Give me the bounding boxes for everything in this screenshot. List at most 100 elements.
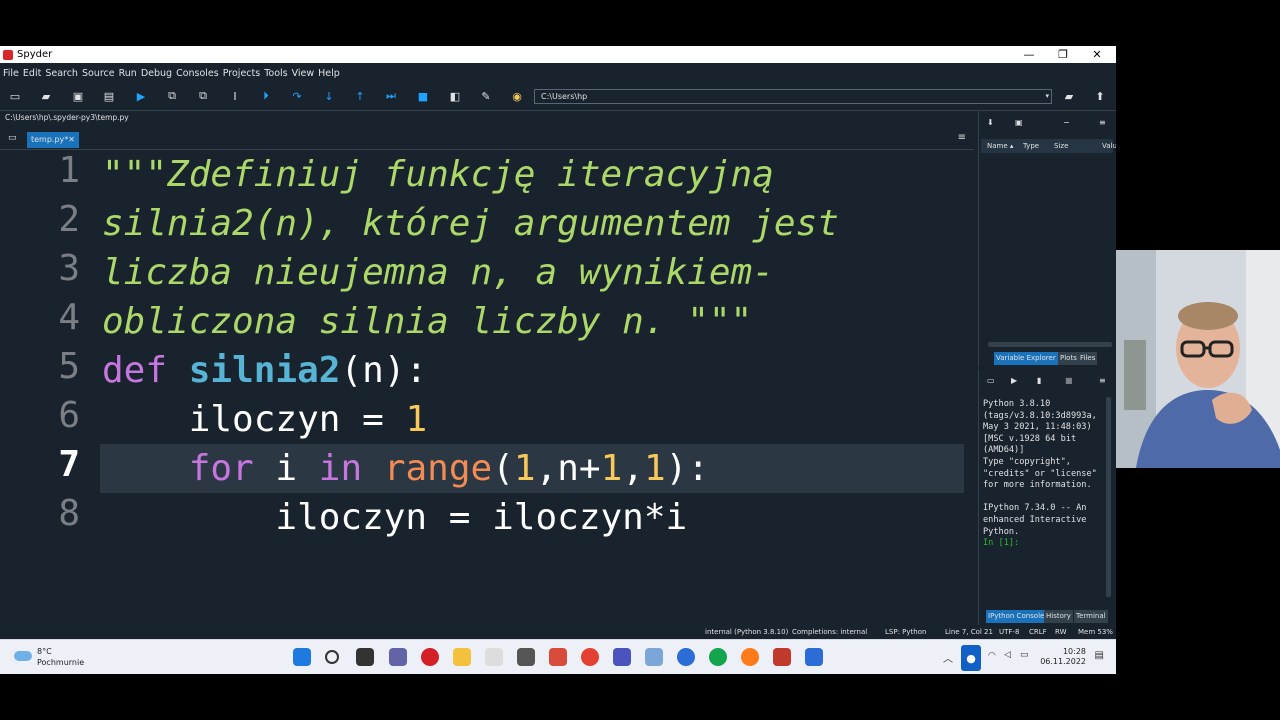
python-path-icon[interactable]: ◉ — [510, 89, 524, 103]
variable-explorer-scrollbar[interactable] — [988, 342, 1112, 347]
clock[interactable]: 10:28 06.11.2022 — [1040, 647, 1086, 667]
notepad-icon[interactable] — [805, 648, 823, 666]
step-into-icon[interactable]: ↓ — [322, 89, 336, 103]
run-cell-icon[interactable]: ⧉ — [165, 89, 179, 103]
tab-ipython-console[interactable]: IPython Console — [986, 610, 1047, 623]
battery-icon[interactable]: ▭ — [1020, 650, 1029, 660]
col-type[interactable]: Type — [1023, 142, 1039, 150]
pane-options-icon[interactable]: ≡ — [1099, 376, 1106, 385]
run-selection-icon[interactable]: I — [228, 89, 242, 103]
new-console-icon[interactable]: ▭ — [987, 376, 995, 385]
chrome-icon[interactable] — [581, 648, 599, 666]
open-file-icon[interactable]: ▰ — [39, 89, 53, 103]
search-icon[interactable] — [325, 650, 339, 664]
spyder-taskbar-icon[interactable] — [773, 648, 791, 666]
chevron-down-icon[interactable]: ▾ — [1045, 90, 1049, 103]
status-encoding: UTF-8 — [999, 628, 1020, 636]
number-literal: 1 — [405, 399, 428, 440]
close-button[interactable]: ✕ — [1080, 46, 1114, 63]
tab-plots[interactable]: Plots — [1058, 352, 1079, 365]
remove-all-icon[interactable]: − — [1063, 118, 1070, 127]
minimize-button[interactable]: — — [1012, 46, 1046, 63]
close-tab-icon[interactable]: ✕ — [68, 132, 75, 148]
run-icon[interactable]: ▶ — [1011, 376, 1017, 385]
parent-directory-icon[interactable]: ⬆ — [1093, 89, 1107, 103]
teams-icon[interactable] — [613, 648, 631, 666]
menu-search[interactable]: Search — [45, 68, 78, 79]
tab-history[interactable]: History — [1044, 610, 1073, 623]
tab-files[interactable]: Files — [1078, 352, 1098, 365]
tab-terminal[interactable]: Terminal — [1074, 610, 1108, 623]
opera-icon[interactable] — [421, 648, 439, 666]
maximize-pane-icon[interactable]: ◧ — [448, 89, 462, 103]
code-line-8: iloczyn = iloczyn*i — [102, 497, 688, 538]
col-size[interactable]: Size — [1054, 142, 1068, 150]
app-icon[interactable] — [517, 648, 535, 666]
menu-run[interactable]: Run — [119, 68, 137, 79]
menu-edit[interactable]: Edit — [23, 68, 41, 79]
microphone-icon[interactable]: ● — [961, 645, 981, 671]
menu-file[interactable]: File — [3, 68, 19, 79]
windows-taskbar: 8°C Pochmurnie ︿ ● ◠ ◁ ▭ 10:28 06.11.2022 … — [0, 639, 1116, 674]
pane-options-icon[interactable]: ≡ — [958, 132, 966, 143]
presenter-video — [1116, 250, 1280, 468]
menu-consoles[interactable]: Consoles — [176, 68, 219, 79]
file-explorer-icon[interactable] — [453, 648, 471, 666]
run-cell-advance-icon[interactable]: ⧉ — [196, 89, 210, 103]
save-data-icon[interactable]: ▣ — [1015, 118, 1023, 127]
app-icon[interactable] — [677, 648, 695, 666]
save-icon[interactable]: ▣ — [71, 89, 85, 103]
code-line-2: silnia2(n), której argumentem jest — [102, 203, 839, 244]
menu-view[interactable]: View — [292, 68, 315, 79]
debug-icon[interactable]: ⏵ — [259, 89, 273, 103]
console-output[interactable]: Python 3.8.10 (tags/v3.8.10:3d8993a, May… — [983, 399, 1105, 550]
edge-icon[interactable] — [709, 648, 727, 666]
tab-temp-py[interactable]: temp.py* ✕ — [27, 132, 79, 148]
step-icon[interactable]: ↷ — [290, 89, 304, 103]
spyder-window: Spyder — ❐ ✕ File Edit Search Source Run… — [0, 46, 1116, 674]
col-value[interactable]: Valu — [1102, 142, 1116, 150]
status-eol: CRLF — [1029, 628, 1047, 636]
col-name[interactable]: Name ▴ — [987, 142, 1013, 150]
save-all-icon[interactable]: ▤ — [102, 89, 116, 103]
menu-source[interactable]: Source — [82, 68, 115, 79]
calculator-icon[interactable] — [645, 648, 663, 666]
firefox-icon[interactable] — [741, 648, 759, 666]
tab-variable-explorer[interactable]: Variable Explorer — [994, 352, 1058, 365]
chevron-up-icon[interactable]: ︿ — [943, 650, 953, 665]
wifi-icon[interactable]: ◠ — [988, 651, 996, 661]
line-number: 5 — [58, 346, 80, 387]
windows-start-icon[interactable] — [293, 648, 311, 666]
volume-icon[interactable]: ◁ — [1004, 650, 1011, 660]
browse-tabs-icon[interactable]: ▭ — [8, 133, 17, 143]
maximize-button[interactable]: ❐ — [1046, 46, 1080, 63]
browse-folder-icon[interactable]: ▰ — [1062, 89, 1076, 103]
editor-pane: ▭ temp.py* ✕ ≡ 1 2 3 4 5 6 7 8 """Zdefin… — [0, 128, 974, 672]
menu-help[interactable]: Help — [318, 68, 340, 79]
preferences-wrench-icon[interactable]: ✎ — [479, 89, 493, 103]
clear-icon[interactable]: ▮ — [1037, 376, 1041, 385]
chat-icon[interactable] — [389, 648, 407, 666]
status-interpreter[interactable]: internal (Python 3.8.10) — [705, 628, 788, 636]
menu-projects[interactable]: Projects — [223, 68, 260, 79]
menu-debug[interactable]: Debug — [141, 68, 172, 79]
new-file-icon[interactable]: ▭ — [8, 89, 22, 103]
import-data-icon[interactable]: ⬇ — [987, 118, 994, 127]
snipping-tool-icon[interactable] — [485, 648, 503, 666]
task-view-icon[interactable] — [356, 648, 374, 666]
console-scrollbar[interactable] — [1106, 397, 1111, 597]
pane-options-icon[interactable]: ≡ — [1099, 118, 1106, 127]
line-number: 2 — [58, 199, 80, 240]
app-icon[interactable] — [549, 648, 567, 666]
run-icon[interactable]: ▶ — [134, 89, 148, 103]
step-return-icon[interactable]: ↑ — [353, 89, 367, 103]
continue-icon[interactable]: ⏭ — [384, 89, 398, 103]
function-params: (n): — [340, 350, 428, 391]
notification-icon[interactable]: ▤ — [1095, 650, 1104, 661]
stop-icon[interactable]: ■ — [1065, 376, 1073, 385]
code-editor[interactable]: """Zdefiniuj funkcję iteracyjną silnia2(… — [100, 150, 964, 580]
stop-icon[interactable]: ■ — [416, 89, 430, 103]
working-directory-input[interactable]: C:\Users\hp ▾ — [534, 89, 1052, 104]
assignment: iloczyn = — [102, 399, 406, 440]
menu-tools[interactable]: Tools — [264, 68, 287, 79]
